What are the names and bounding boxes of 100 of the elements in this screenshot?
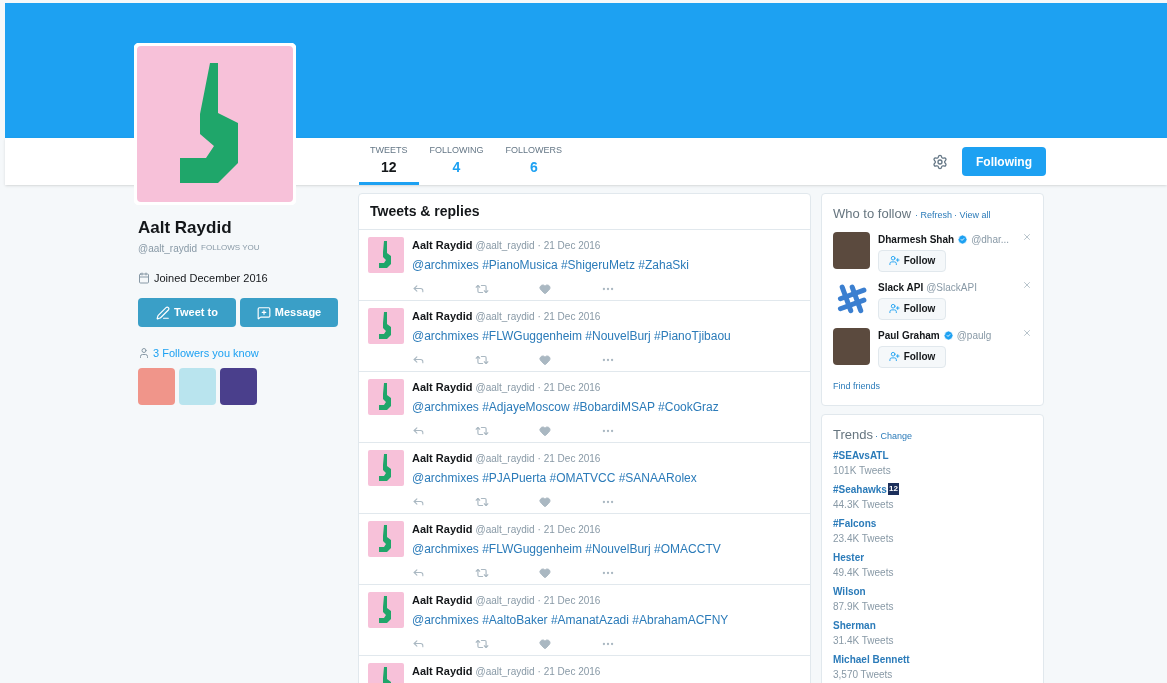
trend-name[interactable]: Wilson [833,583,866,599]
add-user-icon [888,303,900,314]
team-badge: 12 [887,483,899,495]
account-photo[interactable] [833,231,870,269]
tweet[interactable]: Aalt Raydid @aalt_raydid · 21 Dec 2016 @archmixes #FLWGuggenheim #NouvelBurj #OMACCTV [359,514,810,585]
account-name[interactable]: Dharmesh Shah [878,231,955,247]
tweet-date: · 21 Dec 2016 [537,310,601,324]
tweet-date: · 21 Dec 2016 [537,665,601,679]
follower-photo[interactable] [220,367,257,405]
tweet-author[interactable]: Aalt Raydid [412,592,473,609]
profile-tab[interactable]: FOLLOWERS 6 [494,138,574,185]
timeline-title: Tweets & replies [370,202,480,221]
profile-name: Aalt Raydid [138,217,233,239]
like-icon[interactable] [539,637,551,650]
trend-count: 23.4K Tweets [833,531,895,546]
add-user-icon [888,255,900,266]
person-icon [138,347,150,360]
card-title: Who to follow [833,205,912,223]
tweet-date: · 21 Dec 2016 [537,452,601,466]
trend-name[interactable]: Hester [833,549,865,565]
account-photo[interactable] [833,327,870,365]
like-icon[interactable] [539,353,551,366]
trend-count: 101K Tweets [833,463,892,478]
add-user-icon [888,351,900,362]
reply-icon[interactable] [412,282,425,295]
joined-date: Joined December 2016 [154,270,268,286]
follow-button[interactable]: Follow [878,345,946,368]
like-icon[interactable] [539,282,551,295]
tweet-date: · 21 Dec 2016 [537,523,601,537]
reply-icon[interactable] [412,637,425,650]
follow-button[interactable]: Follow [878,249,946,272]
tweet-author[interactable]: Aalt Raydid [412,450,473,467]
close-icon[interactable] [1022,231,1032,242]
profile-tab[interactable]: TWEETS 12 [359,138,419,185]
trend-count: 31.4K Tweets [833,633,895,648]
tweet-author[interactable]: Aalt Raydid [412,521,473,538]
tweet-avatar-image [368,308,404,344]
tweet[interactable]: Aalt Raydid @aalt_raydid · 21 Dec 2016 @archmixes #FLWGuggenheim #NouvelBurj #PianoTjibaou [359,301,810,372]
trend-name[interactable]: Sherman [833,617,876,633]
tweet[interactable]: Aalt Raydid @aalt_raydid · 21 Dec 2016 @archmixes #AaltoBaker #AmanatAzadi #AbrahamACFNY [359,585,810,656]
like-icon[interactable] [539,495,551,508]
account-name[interactable]: Paul Graham [878,327,940,343]
tweet-text: @archmixes #PJAPuerta #OMATVCC #SANAARolex [412,469,697,487]
refresh-link[interactable]: · Refresh [915,209,953,223]
profile-handle: @aalt_raydid [138,241,198,256]
trend-count: 87.9K Tweets [833,599,895,614]
account-handle: @dhar... [971,232,1010,247]
tweet-avatar-image [368,521,404,557]
trend-name[interactable]: #Falcons [833,515,877,531]
like-icon[interactable] [539,424,551,437]
tweet-text: @archmixes #FLWGuggenheim #NouvelBurj #PianoTjibaou [412,327,731,345]
card-title: Trends [833,426,873,444]
reply-icon[interactable] [412,495,425,508]
tweet-author[interactable]: Aalt Raydid [412,237,473,254]
trend-name[interactable]: #SEAvsATL [833,447,889,463]
tweet-avatar-image [368,450,404,486]
trend-count: 44.3K Tweets [833,497,895,512]
profile-tab[interactable]: FOLLOWING 4 [418,138,495,185]
tweet[interactable]: Aalt Raydid @aalt_raydid · 21 Dec 2016 @archmixes #PianoMusica #ShigeruMetz #ZahaSki [359,230,810,301]
tweet-text: @archmixes #AdjayeMoscow #BobardiMSAP #CookGraz [412,398,719,416]
tweet-avatar-image [368,379,404,415]
tweet[interactable]: Aalt Raydid @aalt_raydid · 21 Dec 2016 @archmixes #PJAPuerta #OMATVCC #SANAARolex [359,443,810,514]
trend-name[interactable]: Michael Bennett [833,651,910,667]
tweet-handle: @aalt_raydid [475,310,535,324]
follows-you-label: FOLLOWS YOU [201,242,260,254]
trend-count: 3,570 Tweets [833,667,894,682]
tweet-author[interactable]: Aalt Raydid [412,308,473,325]
tweet-text: @archmixes #FLWGuggenheim #NouvelBurj #OMACCTV [412,540,721,558]
account-name[interactable]: Slack API [878,279,924,295]
tweet[interactable]: Aalt Raydid @aalt_raydid · 21 Dec 2016 [359,656,810,683]
tweet-handle: @aalt_raydid [475,665,535,679]
tweet-avatar-image [368,592,404,628]
tweet-date: · 21 Dec 2016 [537,239,601,253]
account-handle: @SlackAPI [926,280,977,295]
find-friends-link[interactable]: Find friends [833,379,1032,393]
close-icon[interactable] [1022,327,1032,338]
tweet-handle: @aalt_raydid [475,594,535,608]
trend-count: 49.4K Tweets [833,565,895,580]
tweet-handle: @aalt_raydid [475,452,535,466]
tweet[interactable]: Aalt Raydid @aalt_raydid · 21 Dec 2016 @archmixes #AdjayeMoscow #BobardiMSAP #CookGraz [359,372,810,443]
reply-icon[interactable] [412,424,425,437]
reply-icon[interactable] [412,353,425,366]
tweet-handle: @aalt_raydid [475,381,535,395]
trend-name[interactable]: #Seahawks [833,481,887,497]
view-all-link[interactable]: · View all [954,209,991,223]
close-icon[interactable] [1022,279,1032,290]
reply-icon[interactable] [412,566,425,579]
account-handle: @paulg [956,328,992,343]
tweet-date: · 21 Dec 2016 [537,594,601,608]
like-icon[interactable] [539,566,551,579]
compose-icon [156,305,171,320]
tweet-date: · 21 Dec 2016 [537,381,601,395]
settings-icon[interactable] [932,153,948,170]
change-link[interactable]: · Change [875,430,912,444]
follow-button[interactable]: Follow [878,297,946,320]
tweet-author[interactable]: Aalt Raydid [412,663,473,680]
tweet-text: @archmixes #PianoMusica #ShigeruMetz #ZahaSki [412,256,689,274]
tweet-handle: @aalt_raydid [475,239,535,253]
message-icon [256,305,271,320]
tweet-author[interactable]: Aalt Raydid [412,379,473,396]
